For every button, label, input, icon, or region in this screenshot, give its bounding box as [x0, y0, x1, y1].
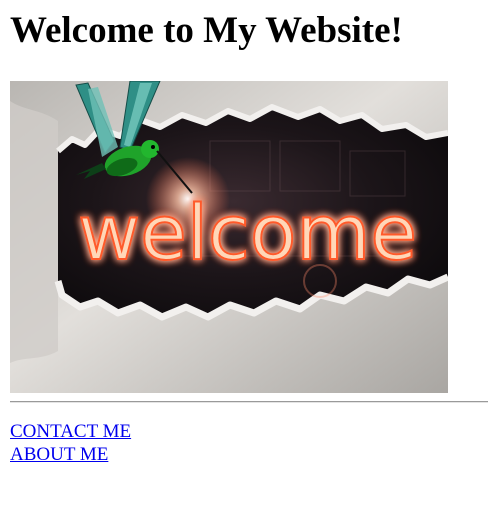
page-title: Welcome to My Website! [10, 10, 403, 51]
about-me-link[interactable]: ABOUT ME [10, 443, 131, 466]
welcome-banner-image: welcome [10, 81, 448, 393]
contact-me-link[interactable]: CONTACT ME [10, 420, 131, 443]
page: Welcome to My Website! welcome CONTACT M… [0, 0, 488, 510]
divider [10, 401, 488, 403]
nav-links: CONTACT ME ABOUT ME [10, 420, 131, 466]
welcome-neon-text: welcome [78, 188, 417, 277]
